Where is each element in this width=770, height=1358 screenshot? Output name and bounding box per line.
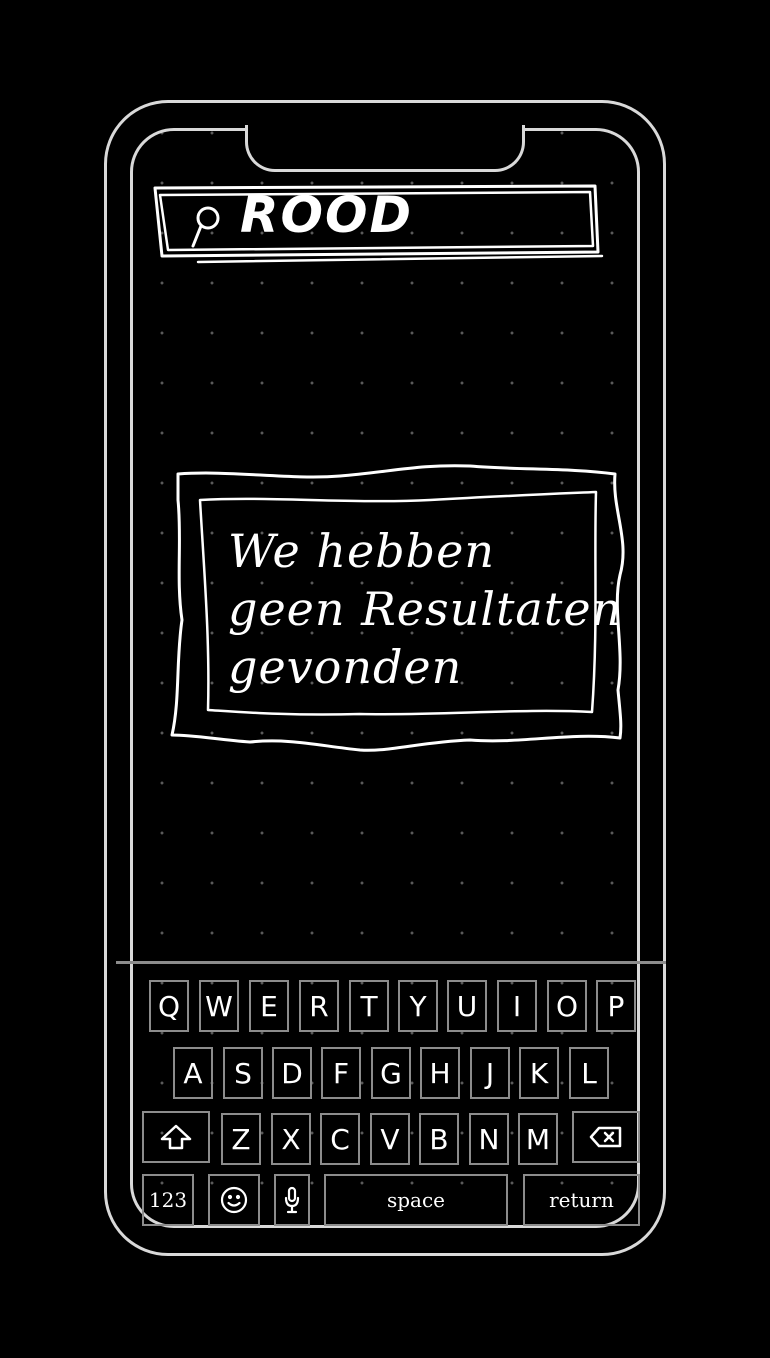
key-s[interactable]: S (223, 1047, 263, 1099)
no-results-line-2: geen Resultaten (228, 582, 623, 636)
microphone-icon (284, 1186, 300, 1214)
backspace-icon (589, 1126, 622, 1148)
key-f[interactable]: F (321, 1047, 361, 1099)
return-key[interactable]: return (523, 1174, 640, 1226)
key-c[interactable]: C (320, 1113, 360, 1165)
key-i[interactable]: I (497, 980, 537, 1032)
key-n[interactable]: N (469, 1113, 509, 1165)
emoji-key[interactable] (208, 1174, 260, 1226)
key-u[interactable]: U (447, 980, 487, 1032)
key-v[interactable]: V (370, 1113, 410, 1165)
key-m[interactable]: M (518, 1113, 558, 1165)
key-w[interactable]: W (199, 980, 239, 1032)
no-results-line-3: gevonden (228, 640, 463, 694)
key-r[interactable]: R (299, 980, 339, 1032)
phone-notch (245, 125, 525, 172)
key-y[interactable]: Y (398, 980, 438, 1032)
numbers-key[interactable]: 123 (142, 1174, 194, 1226)
key-j[interactable]: J (470, 1047, 510, 1099)
key-z[interactable]: Z (221, 1113, 261, 1165)
no-results-message: We hebben geen Resultaten gevonden (228, 522, 623, 696)
key-a[interactable]: A (173, 1047, 213, 1099)
key-g[interactable]: G (371, 1047, 411, 1099)
shift-key[interactable] (142, 1111, 210, 1163)
microphone-key[interactable] (274, 1174, 310, 1226)
shift-arrow-icon (160, 1124, 192, 1150)
key-t[interactable]: T (349, 980, 389, 1032)
key-h[interactable]: H (420, 1047, 460, 1099)
key-b[interactable]: B (419, 1113, 459, 1165)
backspace-key[interactable] (572, 1111, 640, 1163)
space-key[interactable]: space (324, 1174, 508, 1226)
key-l[interactable]: L (569, 1047, 609, 1099)
key-q[interactable]: Q (149, 980, 189, 1032)
search-icon (191, 206, 220, 248)
key-o[interactable]: O (547, 980, 587, 1032)
key-e[interactable]: E (249, 980, 289, 1032)
no-results-line-1: We hebben (228, 524, 495, 578)
key-d[interactable]: D (272, 1047, 312, 1099)
emoji-icon (220, 1186, 248, 1214)
key-x[interactable]: X (271, 1113, 311, 1165)
search-query-text[interactable]: ROOD (240, 186, 413, 244)
keyboard-divider (116, 961, 666, 964)
key-p[interactable]: P (596, 980, 636, 1032)
key-k[interactable]: K (519, 1047, 559, 1099)
